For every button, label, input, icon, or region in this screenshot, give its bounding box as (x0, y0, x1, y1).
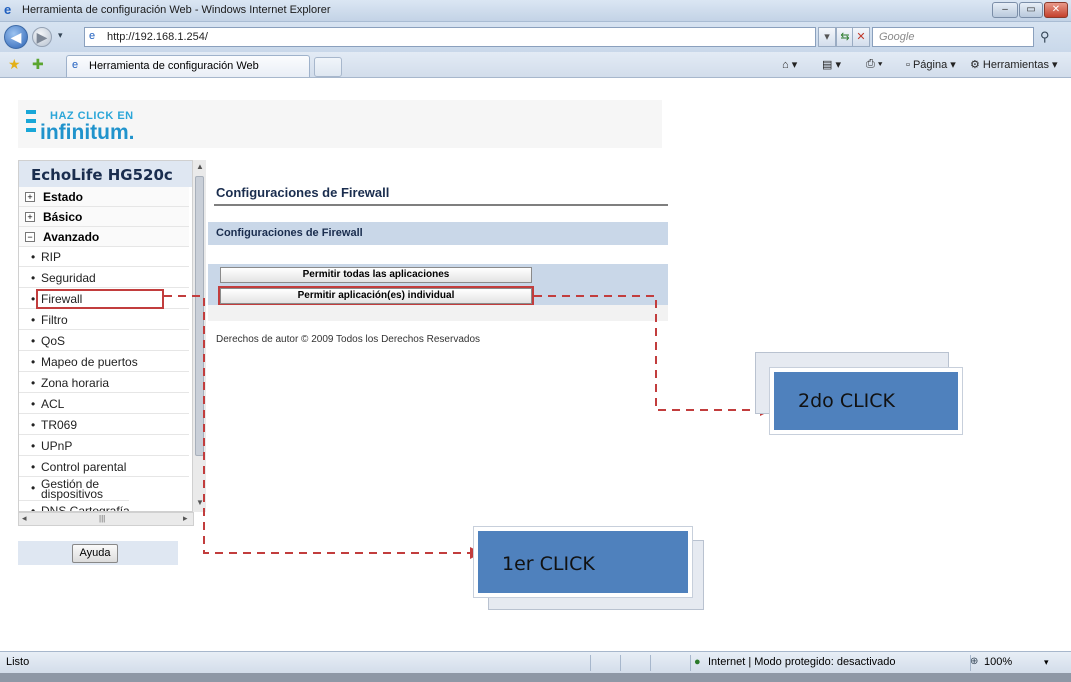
status-separator (620, 655, 621, 671)
zoom-icon[interactable]: ⊕ (970, 656, 978, 667)
first-click-callout: 1er CLICK (474, 527, 692, 597)
status-separator (590, 655, 591, 671)
connector-first-click (164, 295, 470, 554)
first-click-label: 1er CLICK (502, 553, 595, 575)
connector-second-click (534, 295, 760, 411)
second-click-label: 2do CLICK (798, 390, 895, 412)
status-bar: Listo ● Internet | Modo protegido: desac… (0, 651, 1071, 673)
taskbar-strip (0, 673, 1071, 682)
zoom-dropdown-icon[interactable]: ▾ (1044, 657, 1049, 668)
security-zone-text[interactable]: Internet | Modo protegido: desactivado (708, 656, 896, 668)
second-click-callout: 2do CLICK (770, 368, 962, 434)
zoom-level[interactable]: 100% (984, 656, 1012, 668)
internet-zone-icon: ● (694, 656, 701, 668)
status-separator (690, 655, 691, 671)
status-text: Listo (6, 656, 30, 668)
status-separator (650, 655, 651, 671)
